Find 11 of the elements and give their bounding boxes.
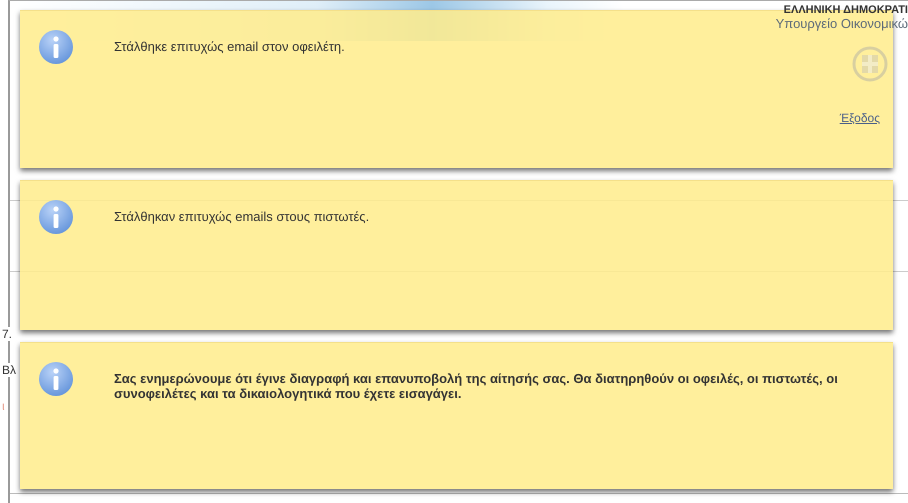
notification-message: Στάλθηκαν επιτυχώς emails στους πιστωτές. bbox=[114, 209, 370, 224]
body-text: Βλ bbox=[2, 363, 16, 377]
header-title: ΕΛΛΗΝΙΚΗ ΔΗΜΟΚΡΑΤΙ bbox=[784, 4, 908, 16]
info-icon bbox=[38, 29, 74, 65]
logout-link[interactable]: Έξοδος bbox=[840, 111, 880, 125]
body-text: 7. bbox=[2, 327, 12, 341]
notification-message: Σας ενημερώνουμε ότι έγινε διαγραφή και επανυποβολή της αίτησής σας. Θα διατηρηθούν οι οφειλές, οι πιστωτές, οι συνοφειλέτες και τα δικαιολογητικά που έχετε εισαγάγει. bbox=[114, 371, 839, 401]
info-icon bbox=[38, 199, 74, 235]
info-icon bbox=[38, 361, 74, 397]
notification-message: Στάλθηκε επιτυχώς email στον οφειλέτη. bbox=[114, 39, 345, 54]
emblem-icon bbox=[852, 45, 888, 83]
